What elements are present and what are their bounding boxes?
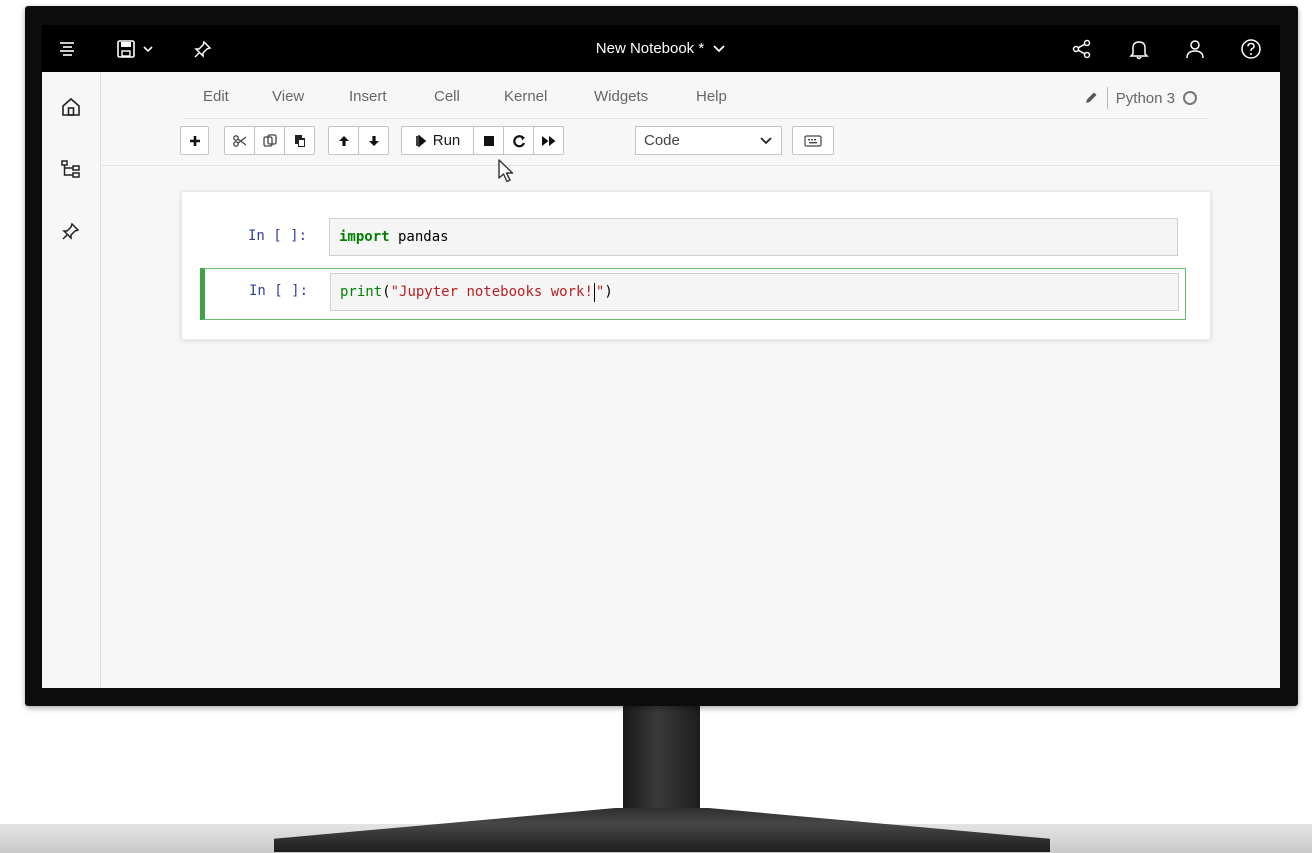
cut-cell-button[interactable] [224, 126, 255, 155]
code-token-identifier: pandas [389, 229, 449, 245]
monitor-stand-base [274, 808, 1050, 852]
code-token-paren: ( [382, 284, 391, 300]
restart-icon [512, 134, 525, 147]
user-icon[interactable] [1180, 25, 1210, 72]
chevron-down-icon [760, 137, 772, 145]
code-token-builtin: print [340, 284, 383, 300]
run-button-label: Run [432, 132, 461, 149]
arrow-down-icon [368, 135, 379, 146]
monitor-stand-neck [623, 706, 700, 812]
menu-widgets[interactable]: Widgets [594, 88, 648, 105]
fast-forward-icon [541, 135, 555, 146]
help-icon[interactable] [1236, 25, 1266, 72]
command-palette-button[interactable] [792, 126, 834, 155]
code-editor[interactable]: print("Jupyter notebooks work! ") [330, 273, 1179, 311]
save-menu-button[interactable] [112, 25, 158, 72]
hamburger-menu-icon[interactable] [52, 25, 82, 72]
keyboard-icon [804, 134, 822, 147]
menu-cell[interactable]: Cell [434, 88, 460, 105]
arrow-up-icon [338, 135, 349, 146]
kernel-separator [1106, 87, 1108, 109]
hierarchy-icon[interactable] [52, 152, 90, 186]
bell-icon[interactable] [1124, 25, 1154, 72]
move-down-button[interactable] [358, 126, 389, 155]
stop-icon [483, 135, 494, 146]
cell-type-value: Code [644, 132, 680, 149]
toolbar-divider [100, 165, 1280, 166]
code-token-paren-close: ) [604, 284, 613, 300]
restart-kernel-button[interactable] [503, 126, 534, 155]
notebook-cells: In [ ]: import pandas In [ ]: print("Jup… [181, 191, 1211, 340]
home-icon[interactable] [52, 90, 90, 124]
menu-edit[interactable]: Edit [203, 88, 229, 105]
notebook-menubar: Edit View Insert Cell Kernel Widgets Hel… [183, 80, 1209, 119]
code-cell[interactable]: In [ ]: import pandas [200, 214, 1186, 266]
unsaved-marker: * [698, 40, 705, 57]
paste-cell-button[interactable] [284, 126, 315, 155]
menu-kernel[interactable]: Kernel [504, 88, 547, 105]
input-prompt: In [ ]: [248, 228, 308, 244]
save-icon [117, 39, 135, 58]
pencil-icon[interactable] [1083, 90, 1099, 106]
menu-insert[interactable]: Insert [349, 88, 387, 105]
cell-type-select[interactable]: Code [635, 126, 782, 155]
code-editor[interactable]: import pandas [329, 218, 1178, 256]
pin-icon[interactable] [52, 214, 90, 248]
code-cell-selected[interactable]: In [ ]: print("Jupyter notebooks work! ") [200, 268, 1186, 320]
code-token-string-end: " [595, 284, 605, 300]
notebook-title[interactable]: New Notebook * [596, 40, 704, 57]
restart-run-all-button[interactable] [533, 126, 564, 155]
menu-help[interactable]: Help [696, 88, 727, 105]
code-token-keyword: import [339, 229, 390, 245]
plus-icon [189, 135, 200, 146]
text-cursor [593, 282, 595, 302]
interrupt-kernel-button[interactable] [473, 126, 504, 155]
share-icon[interactable] [1067, 25, 1097, 72]
move-up-button[interactable] [328, 126, 359, 155]
insert-cell-button[interactable] [180, 126, 209, 155]
kernel-status-icon [1183, 91, 1197, 105]
monitor-screen: New Notebook * Edit View Insert Cell Ker… [42, 25, 1280, 688]
kernel-name[interactable]: Python 3 [1116, 90, 1175, 107]
pin-icon[interactable] [188, 25, 218, 72]
menu-view[interactable]: View [272, 88, 304, 105]
mouse-pointer-icon [498, 159, 514, 183]
kernel-indicator: Python 3 [1083, 86, 1197, 110]
top-bar: New Notebook * [42, 25, 1280, 72]
code-token-string: "Jupyter notebooks work! [390, 284, 593, 300]
paste-icon [294, 134, 305, 147]
copy-cell-button[interactable] [254, 126, 285, 155]
scissors-icon [232, 134, 246, 147]
input-prompt: In [ ]: [249, 283, 309, 299]
run-button[interactable]: Run [401, 126, 474, 155]
notebook-title-text: New Notebook [595, 40, 695, 57]
chevron-down-icon [143, 45, 153, 52]
step-forward-icon [415, 134, 426, 147]
left-rail [42, 72, 101, 688]
copy-icon [262, 133, 277, 147]
chevron-down-icon[interactable] [712, 42, 726, 56]
